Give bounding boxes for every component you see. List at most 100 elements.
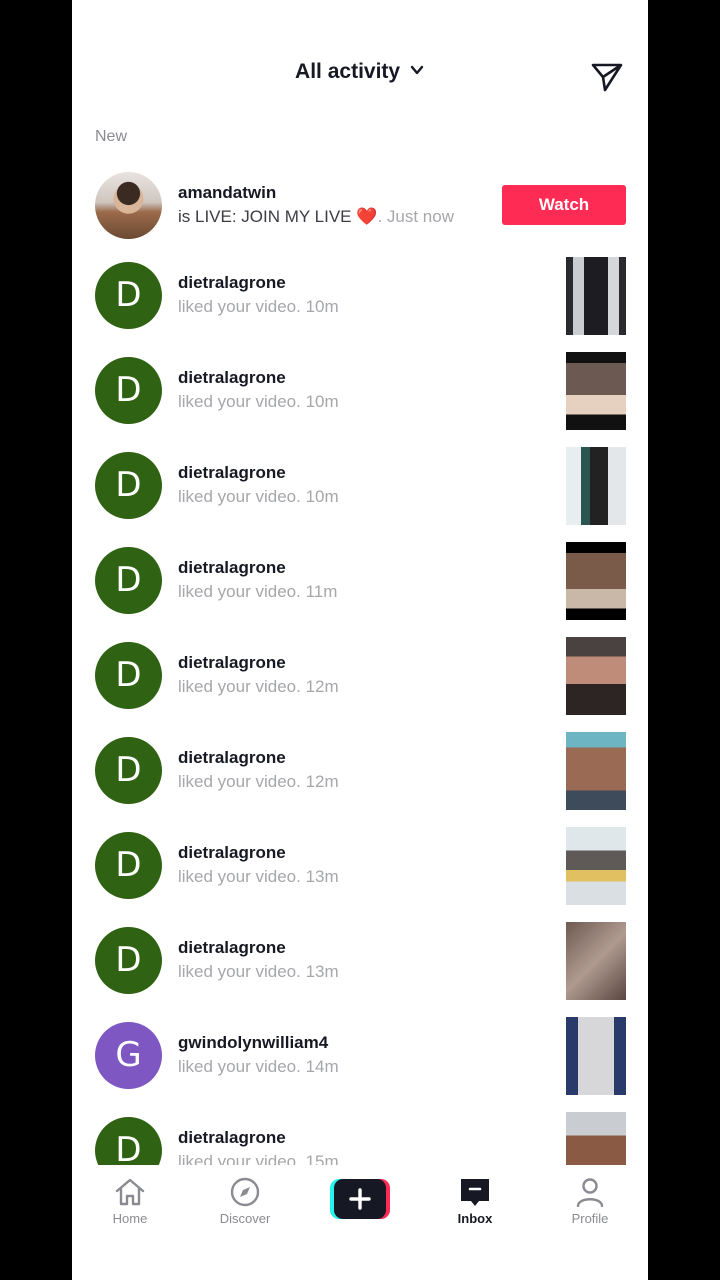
timestamp: 13m (305, 962, 339, 981)
activity-row[interactable]: Ddietralagrone liked your video. 10m (72, 447, 648, 542)
avatar[interactable]: G (95, 1022, 162, 1089)
section-label-new: New (95, 128, 128, 145)
activity-description: liked your video. 13m (178, 962, 339, 982)
avatar[interactable]: D (95, 737, 162, 804)
action-text: liked your video. (178, 582, 301, 601)
chevron-down-icon (409, 60, 425, 84)
username[interactable]: gwindolynwilliam4 (178, 1033, 328, 1053)
activity-description: liked your video. 11m (178, 582, 337, 602)
activity-description: liked your video. 12m (178, 772, 339, 792)
video-thumbnail[interactable] (566, 732, 626, 810)
tab-home-label: Home (112, 1211, 148, 1226)
timestamp: 12m (305, 772, 339, 791)
tab-profile[interactable]: Profile (540, 1177, 640, 1226)
username[interactable]: dietralagrone (178, 273, 286, 293)
tab-inbox[interactable]: Inbox (425, 1177, 525, 1226)
username[interactable]: dietralagrone (178, 368, 286, 388)
activity-row[interactable]: Ddietralagrone liked your video. 10m (72, 352, 648, 447)
username[interactable]: dietralagrone (178, 558, 286, 578)
timestamp: 11m (305, 582, 338, 601)
activity-row[interactable]: Ddietralagrone liked your video. 13m (72, 922, 648, 1017)
video-thumbnail[interactable] (566, 1112, 626, 1165)
username[interactable]: dietralagrone (178, 748, 286, 768)
activity-screen: All activity New amandatwin is LIVE: JOI… (72, 0, 648, 1280)
tab-home[interactable]: Home (80, 1177, 180, 1226)
username[interactable]: dietralagrone (178, 653, 286, 673)
video-thumbnail[interactable] (566, 352, 626, 430)
live-message-text: is LIVE: JOIN MY LIVE (178, 207, 352, 226)
activity-row[interactable]: Ddietralagrone liked your video. 10m (72, 257, 648, 352)
timestamp: 10m (305, 297, 339, 316)
activity-description: liked your video. 13m (178, 867, 339, 887)
activity-row[interactable]: Ddietralagrone liked your video. 11m (72, 542, 648, 637)
activity-row[interactable]: Ddietralagrone liked your video. 12m (72, 637, 648, 732)
activity-row[interactable]: Ddietralagrone liked your video. 15m (72, 1112, 648, 1165)
video-thumbnail[interactable] (566, 257, 626, 335)
video-thumbnail[interactable] (566, 542, 626, 620)
live-notification-row[interactable]: amandatwin is LIVE: JOIN MY LIVE ❤️. Jus… (72, 167, 648, 257)
timestamp: . Just now (377, 207, 454, 226)
action-text: liked your video. (178, 487, 301, 506)
send-message-icon[interactable] (590, 60, 624, 94)
video-thumbnail[interactable] (566, 1017, 626, 1095)
page-title: All activity (295, 60, 401, 83)
activity-row[interactable]: Ddietralagrone liked your video. 13m (72, 827, 648, 922)
username[interactable]: amandatwin (178, 183, 276, 203)
avatar[interactable] (95, 172, 162, 239)
avatar[interactable]: D (95, 262, 162, 329)
video-thumbnail[interactable] (566, 637, 626, 715)
activity-description: liked your video. 10m (178, 297, 339, 317)
username[interactable]: dietralagrone (178, 463, 286, 483)
activity-row[interactable]: Ggwindolynwilliam4 liked your video. 14m (72, 1017, 648, 1112)
timestamp: 10m (305, 487, 339, 506)
action-text: liked your video. (178, 677, 301, 696)
compass-icon (230, 1177, 260, 1207)
username[interactable]: dietralagrone (178, 1128, 286, 1148)
avatar[interactable]: D (95, 452, 162, 519)
username[interactable]: dietralagrone (178, 843, 286, 863)
timestamp: 14m (305, 1057, 339, 1076)
action-text: liked your video. (178, 1152, 301, 1165)
activity-description: liked your video. 15m (178, 1152, 339, 1165)
avatar[interactable]: D (95, 1117, 162, 1165)
avatar[interactable]: D (95, 642, 162, 709)
activity-description: liked your video. 12m (178, 677, 339, 697)
live-message: is LIVE: JOIN MY LIVE ❤️. Just now (178, 207, 454, 227)
watch-button[interactable]: Watch (502, 185, 626, 225)
activity-filter-dropdown[interactable]: All activity (72, 60, 648, 84)
tab-discover[interactable]: Discover (195, 1177, 295, 1226)
inbox-icon (461, 1179, 489, 1206)
video-thumbnail[interactable] (566, 827, 626, 905)
tab-profile-label: Profile (571, 1211, 609, 1226)
action-text: liked your video. (178, 772, 301, 791)
action-text: liked your video. (178, 392, 301, 411)
username[interactable]: dietralagrone (178, 938, 286, 958)
timestamp: 15m (305, 1152, 339, 1165)
plus-icon (330, 1179, 390, 1219)
action-text: liked your video. (178, 297, 301, 316)
heart-emoji: ❤️ (356, 207, 378, 226)
create-video-button[interactable] (330, 1179, 390, 1219)
profile-icon (576, 1178, 604, 1207)
header: All activity (72, 0, 648, 130)
timestamp: 12m (305, 677, 339, 696)
timestamp: 13m (305, 867, 339, 886)
tab-inbox-label: Inbox (457, 1211, 493, 1226)
activity-row[interactable]: Ddietralagrone liked your video. 12m (72, 732, 648, 827)
bottom-navigation: Home Discover Inbox Profile (72, 1165, 648, 1255)
avatar[interactable]: D (95, 927, 162, 994)
video-thumbnail[interactable] (566, 922, 626, 1000)
activity-list[interactable]: amandatwin is LIVE: JOIN MY LIVE ❤️. Jus… (72, 167, 648, 1165)
action-text: liked your video. (178, 1057, 301, 1076)
action-text: liked your video. (178, 962, 301, 981)
activity-description: liked your video. 10m (178, 392, 339, 412)
video-thumbnail[interactable] (566, 447, 626, 525)
tab-discover-label: Discover (219, 1211, 271, 1226)
home-icon (115, 1178, 145, 1206)
avatar[interactable]: D (95, 357, 162, 424)
activity-description: liked your video. 14m (178, 1057, 339, 1077)
avatar[interactable]: D (95, 547, 162, 614)
activity-description: liked your video. 10m (178, 487, 339, 507)
avatar[interactable]: D (95, 832, 162, 899)
timestamp: 10m (305, 392, 339, 411)
